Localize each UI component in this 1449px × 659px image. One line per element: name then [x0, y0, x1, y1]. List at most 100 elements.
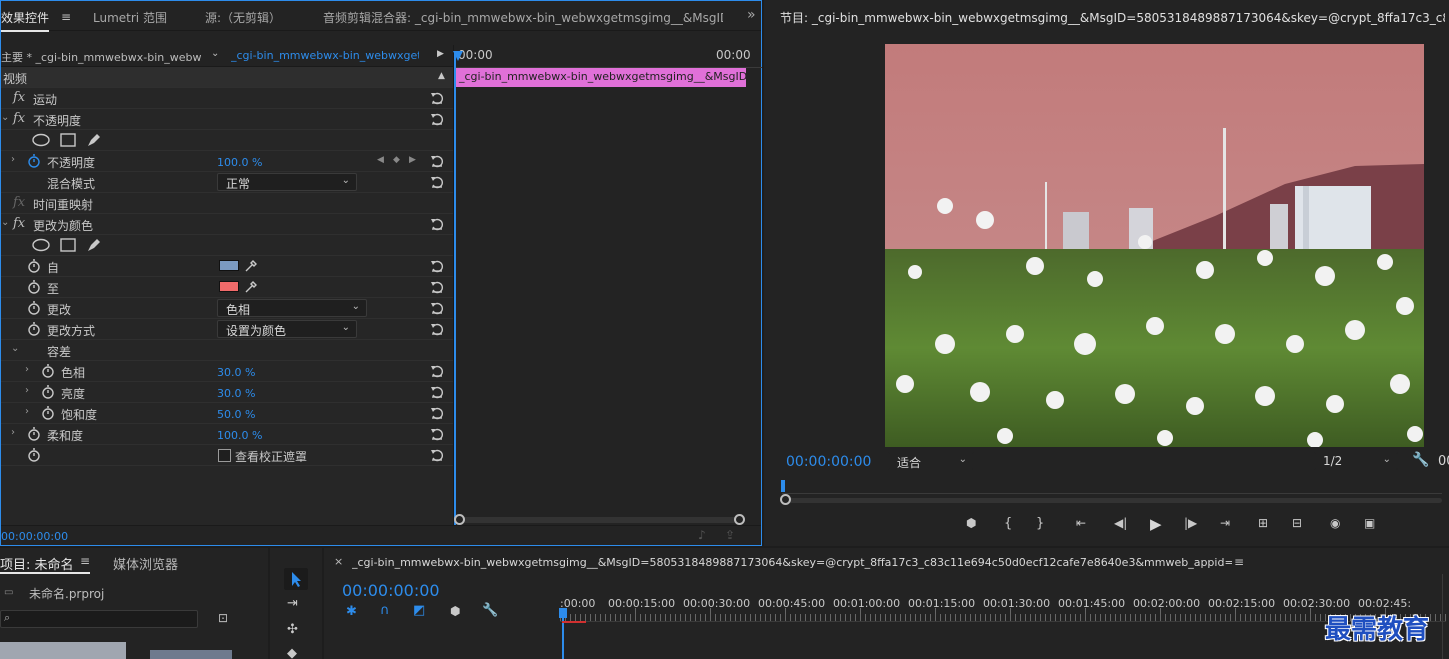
change-dropdown[interactable]: 色相 ⌄ [217, 299, 367, 317]
sequence-title[interactable]: _cgi-bin_mmwebwx-bin_webwxgetmsgimg__&Ms… [352, 556, 1232, 569]
stopwatch-icon[interactable] [27, 154, 41, 168]
reset-icon[interactable] [429, 384, 445, 400]
chevron-down-icon[interactable]: ⌄ [1, 112, 9, 123]
export-frame-icon[interactable]: ⇪ [725, 528, 735, 542]
reset-icon[interactable] [429, 111, 445, 127]
new-bin-icon[interactable]: ⊡ [218, 611, 228, 625]
reset-icon[interactable] [429, 153, 445, 169]
add-marker-icon[interactable]: ⬢ [966, 516, 976, 530]
panel-menu-icon[interactable]: ≡ [61, 10, 71, 24]
play-triangle-icon[interactable]: ▶ [437, 49, 444, 59]
lightness-value[interactable]: 30.0 % [217, 387, 255, 400]
close-icon[interactable]: × [334, 555, 343, 568]
chevron-down-icon[interactable]: ⌄ [1, 217, 9, 228]
scroll-handle-left[interactable] [780, 494, 791, 505]
change-by-dropdown[interactable]: 设置为颜色 ⌄ [217, 320, 357, 338]
work-area-bar[interactable] [562, 621, 586, 623]
effect-time-remap[interactable]: fx 时间重映射 [1, 193, 453, 214]
panel-menu-icon[interactable]: ≡ [1234, 555, 1244, 569]
program-ruler[interactable] [782, 484, 1442, 494]
go-to-in-icon[interactable]: ⇤ [1076, 516, 1086, 530]
fx-icon[interactable]: fx [13, 111, 25, 126]
pen-mask-icon[interactable] [86, 132, 102, 148]
saturation-value[interactable]: 50.0 % [217, 408, 255, 421]
razor-tool-icon[interactable]: ◆ [287, 646, 297, 659]
scroll-handle-right[interactable] [734, 514, 745, 525]
reset-icon[interactable] [429, 279, 445, 295]
overflow-tabs-icon[interactable]: » [747, 7, 756, 23]
reset-icon[interactable] [429, 216, 445, 232]
linked-selection-icon[interactable]: ∩ [380, 603, 390, 618]
ec-playhead[interactable] [454, 51, 456, 525]
project-search-input[interactable]: ⌕ [0, 610, 198, 628]
stopwatch-icon[interactable] [27, 301, 41, 315]
chevron-down-icon[interactable]: ⌄ [11, 343, 19, 354]
reset-icon[interactable] [429, 405, 445, 421]
wrench-icon[interactable]: 🔧 [482, 603, 498, 618]
chevron-right-icon[interactable]: › [25, 364, 29, 375]
reset-icon[interactable] [429, 90, 445, 106]
resolution-dropdown[interactable]: 1/2 ⌄ [1314, 452, 1398, 470]
go-to-out-icon[interactable]: ⇥ [1220, 516, 1230, 530]
ec-current-time[interactable]: 00:00:00:00 [1, 530, 68, 543]
add-marker-toggle-icon[interactable]: ◩ [413, 603, 425, 618]
program-video-frame[interactable] [885, 44, 1424, 447]
ec-zoom-scrollbar[interactable] [454, 517, 744, 523]
stopwatch-icon[interactable] [41, 385, 55, 399]
ripple-edit-tool-icon[interactable]: ✣ [287, 622, 298, 637]
timeline-timecode[interactable]: 00:00:00:00 [342, 581, 440, 600]
snap-icon[interactable]: ✱ [346, 604, 357, 619]
to-color-swatch[interactable] [219, 281, 239, 292]
from-color-swatch[interactable] [219, 260, 239, 271]
wrench-icon[interactable]: 🔧 [1412, 452, 1429, 468]
step-back-icon[interactable]: ◀| [1114, 516, 1127, 530]
stopwatch-icon[interactable] [27, 322, 41, 336]
effect-opacity[interactable]: ⌄ fx 不透明度 [1, 109, 453, 130]
softness-value[interactable]: 100.0 % [217, 429, 262, 442]
group-tolerance[interactable]: ⌄ 容差 [1, 340, 453, 361]
rectangle-mask-icon[interactable] [60, 133, 76, 147]
insert-icon[interactable]: ⊞ [1258, 516, 1268, 530]
param-opacity[interactable]: › 不透明度 100.0 % ◀ ◆ ▶ [1, 151, 453, 172]
audio-scrub-icon[interactable]: ♪ [698, 528, 706, 542]
add-keyframe-icon[interactable]: ◆ [393, 155, 400, 165]
timeline-ruler[interactable]: :00:00 00:00:15:00 00:00:30:00 00:00:45:00 0… [560, 592, 1446, 622]
overwrite-icon[interactable]: ⊟ [1292, 516, 1302, 530]
tab-lumetri-scopes[interactable]: Lumetri 范围 [93, 9, 167, 26]
scroll-handle-left[interactable] [454, 514, 465, 525]
reset-icon[interactable] [429, 363, 445, 379]
mark-in-icon[interactable]: { [1004, 516, 1012, 531]
ec-playhead-handle[interactable] [453, 51, 463, 61]
chevron-right-icon[interactable]: › [25, 385, 29, 396]
next-keyframe-icon[interactable]: ▶ [409, 155, 416, 165]
stopwatch-icon[interactable] [27, 259, 41, 273]
stopwatch-icon[interactable] [41, 406, 55, 420]
reset-icon[interactable] [429, 426, 445, 442]
sequence-clip-link[interactable]: _cgi-bin_mmwebwx-bin_webwxget... [231, 49, 419, 62]
prev-keyframe-icon[interactable]: ◀ [377, 155, 384, 165]
fx-icon[interactable]: fx [13, 195, 25, 210]
reset-icon[interactable] [429, 174, 445, 190]
reset-icon[interactable] [429, 447, 445, 463]
step-forward-icon[interactable]: |▶ [1184, 516, 1197, 530]
panel-menu-icon[interactable]: ≡ [80, 554, 90, 568]
timeline-playhead-handle[interactable] [559, 608, 567, 618]
eyedropper-icon[interactable] [244, 280, 258, 294]
pen-mask-icon[interactable] [86, 237, 102, 253]
stopwatch-icon[interactable] [27, 280, 41, 294]
opacity-value[interactable]: 100.0 % [217, 156, 262, 169]
ellipse-mask-icon[interactable] [32, 238, 50, 252]
camera-icon[interactable]: ◉ [1330, 516, 1340, 530]
ellipse-mask-icon[interactable] [32, 133, 50, 147]
fx-icon[interactable]: fx [13, 216, 25, 231]
fx-icon[interactable]: fx [13, 90, 25, 105]
effect-motion[interactable]: fx 运动 [1, 88, 453, 109]
reset-icon[interactable] [429, 300, 445, 316]
reset-icon[interactable] [429, 258, 445, 274]
play-icon[interactable]: ▶ [1150, 515, 1162, 533]
chevron-right-icon[interactable]: › [11, 154, 15, 165]
selection-tool[interactable] [284, 568, 308, 590]
marker-icon[interactable]: ⬢ [450, 604, 460, 618]
tab-media-browser[interactable]: 媒体浏览器 [113, 554, 178, 573]
fit-dropdown[interactable]: 适合 ⌄ [888, 452, 974, 470]
